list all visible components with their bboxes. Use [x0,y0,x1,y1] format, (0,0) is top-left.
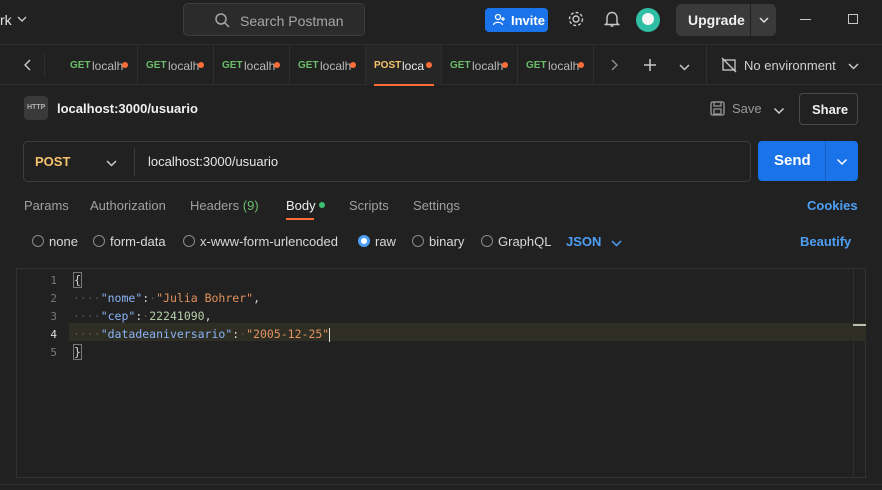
unsaved-dot [426,62,432,68]
method-select[interactable]: POST [35,154,70,169]
invite-label: Invite [511,13,545,28]
tab-authorization[interactable]: Authorization [90,198,166,213]
tab-method: POST [374,60,402,71]
tab-method: GET [222,60,243,71]
code-line: { [73,272,82,288]
chevron-down-icon[interactable] [611,236,622,251]
chevron-down-icon[interactable] [758,14,770,29]
upgrade-button[interactable]: Upgrade [676,4,776,36]
line-number-current: 4 [50,328,57,341]
tab-name: localh [244,59,276,73]
search-input[interactable]: Search Postman [183,3,365,36]
tab-method: GET [70,60,91,71]
tab-scripts[interactable]: Scripts [349,198,389,213]
text-caret [329,327,331,342]
unsaved-dot [122,62,128,68]
chevron-down-icon [848,59,859,74]
line-number: 3 [50,310,57,323]
unsaved-dot [502,62,508,68]
add-user-icon [492,13,506,30]
body-editor[interactable]: 1 2 3 4 5 { ····"nome":·"Julia Bohrer", … [16,268,866,478]
top-bar: rk Search Postman Invite Upgrade [0,0,882,40]
tab-name: localh [92,59,124,73]
new-tab-plus-icon[interactable] [643,58,657,75]
line-number: 1 [50,274,57,287]
cookies-link[interactable]: Cookies [807,198,858,213]
request-tab[interactable]: GET localh [214,45,290,85]
upgrade-label: Upgrade [688,12,745,28]
avatar[interactable] [636,8,660,32]
tab-params[interactable]: Params [24,198,69,213]
tab-method: GET [526,60,547,71]
headers-count: (9) [242,198,259,213]
chevron-left-icon[interactable] [23,59,32,74]
code-line: } [73,344,82,360]
code-line: ····"cep":·22241090, [73,309,212,323]
minimize-icon[interactable] [800,19,811,20]
request-title[interactable]: localhost:3000/usuario [57,101,198,116]
unsaved-dot [274,62,280,68]
send-label: Send [774,152,811,169]
tab-headers[interactable]: Headers (9) [190,198,259,213]
maximize-icon[interactable] [848,14,858,24]
line-number: 5 [50,346,57,359]
request-tab[interactable]: GET localh [442,45,518,85]
unsaved-dot [350,62,356,68]
scroll-marker [853,324,866,326]
environment-label: No environment [744,58,836,73]
tab-settings[interactable]: Settings [413,198,460,213]
chevron-down-icon[interactable] [773,104,785,119]
request-tab[interactable]: GET localh [290,45,366,85]
tab-method: GET [146,60,167,71]
chevron-right-icon[interactable] [610,59,619,74]
line-number: 2 [50,292,57,305]
search-placeholder: Search Postman [240,13,344,29]
send-button[interactable]: Send [758,141,858,181]
tab-name: localh [472,59,504,73]
save-icon [710,101,725,119]
unsaved-dot [578,62,584,68]
request-tab[interactable]: GET localh [138,45,214,85]
request-tab[interactable]: GET localh [518,45,594,85]
bell-icon[interactable] [603,10,621,31]
unsaved-dot [198,62,204,68]
save-label: Save [732,101,762,116]
no-environment-icon [721,57,737,76]
tab-method: GET [450,60,471,71]
tab-method: GET [298,60,319,71]
tab-name: localh [548,59,580,73]
code-line: ····"nome":·"Julia Bohrer", [73,291,260,305]
chevron-down-icon[interactable] [17,12,27,27]
url-input[interactable]: localhost:3000/usuario [148,154,278,169]
request-tabs-bar: GET localh GET localh GET localh GET loc… [0,44,882,86]
request-tab-active[interactable]: POST localh [366,45,442,86]
tab-name: localh [168,59,200,73]
settings-gear-icon[interactable] [567,10,585,31]
tab-name: localh [402,59,424,73]
search-icon [214,12,230,31]
invite-button[interactable]: Invite [485,8,548,32]
chevron-down-icon[interactable] [106,156,117,171]
tab-body[interactable]: Body [286,198,316,213]
request-tab[interactable]: GET localh [62,45,138,85]
workspace-name[interactable]: rk [0,12,12,28]
chevron-down-icon[interactable] [679,60,690,75]
beautify-button[interactable]: Beautify [800,234,851,249]
http-request-icon: HTTP [24,96,48,120]
tab-name: localh [320,59,352,73]
share-button[interactable]: Share [799,93,858,125]
format-select[interactable]: JSON [566,234,601,249]
chevron-down-icon[interactable] [836,155,848,170]
code-line-current: ····"datadeaniversario":·"2005-12-25" [73,327,331,342]
url-bar: POST localhost:3000/usuario [23,141,751,182]
environment-selector[interactable]: No environment [706,45,882,85]
body-modified-dot [319,202,325,208]
